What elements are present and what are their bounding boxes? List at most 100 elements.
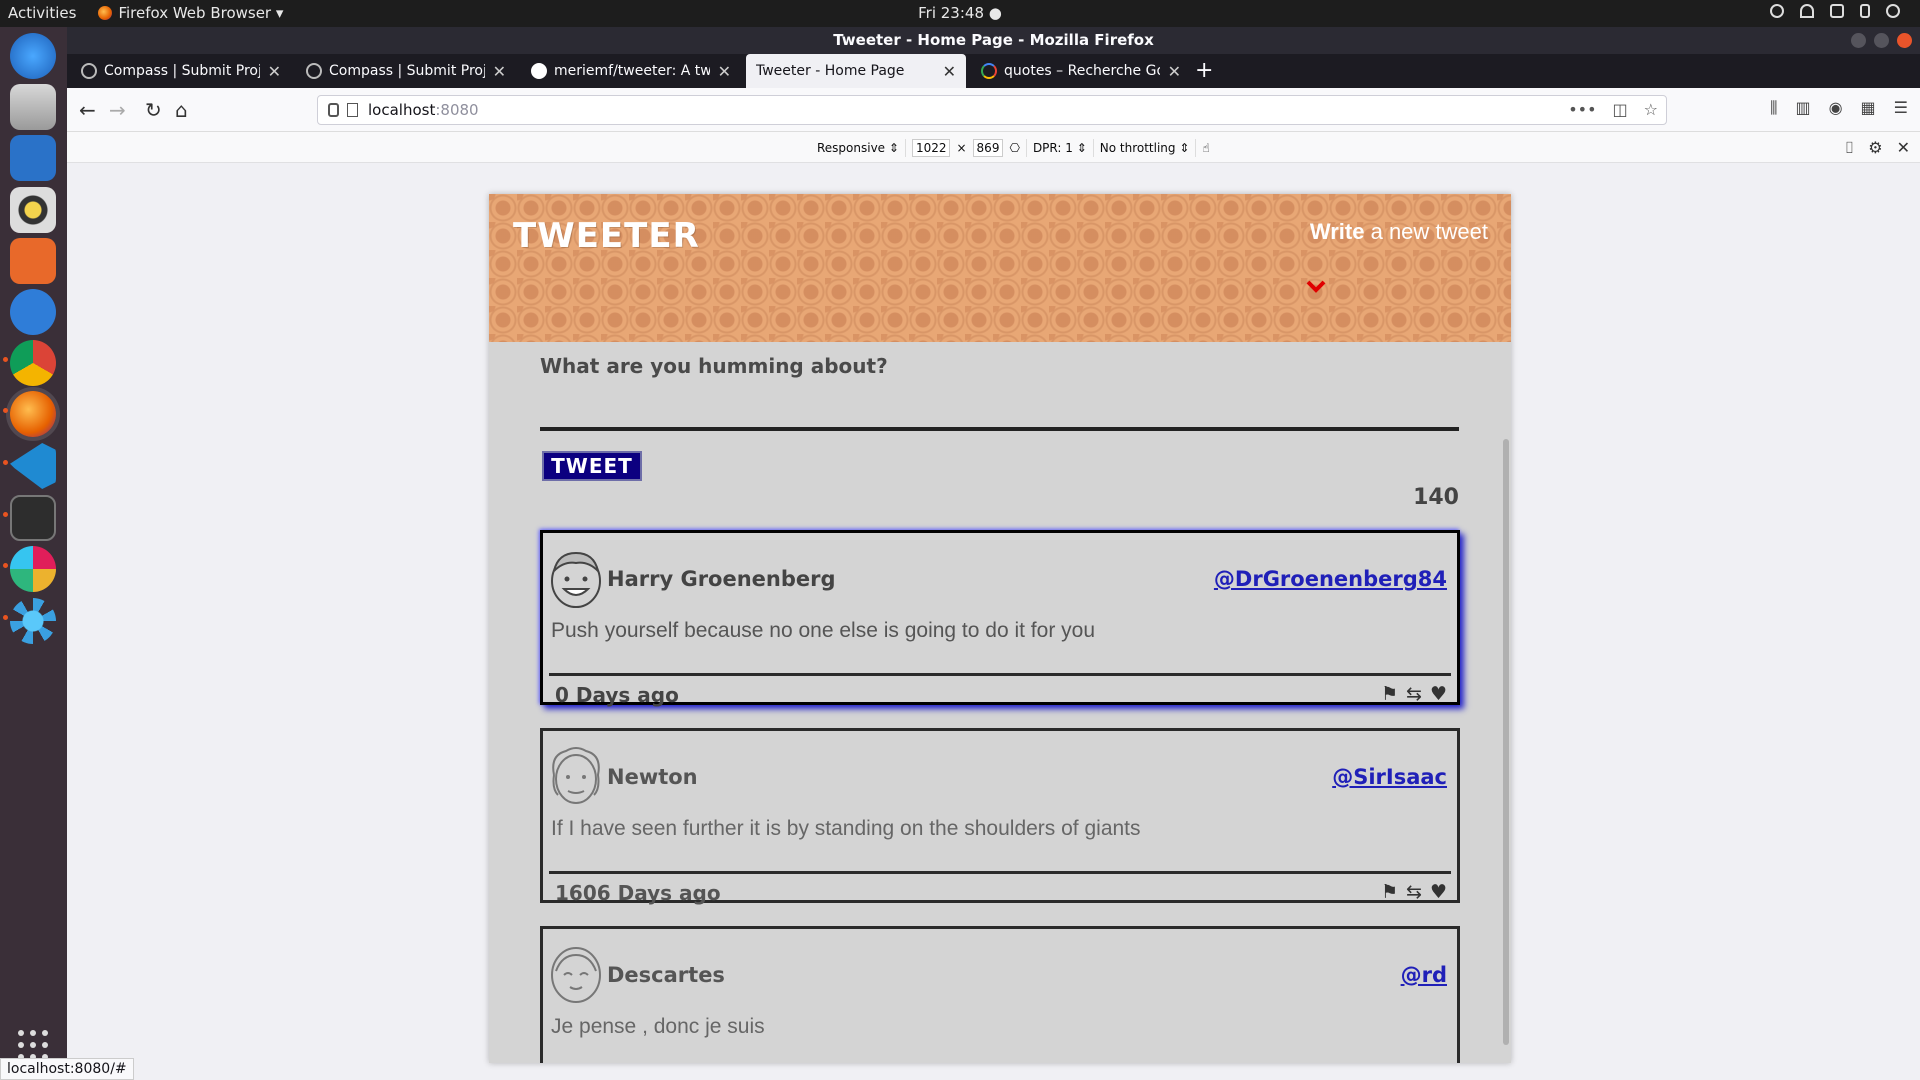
divider: [1025, 139, 1027, 157]
flag-icon[interactable]: ⚑: [1381, 881, 1398, 903]
tweet-card[interactable]: Descartes @rd Je pense , donc je suis: [540, 926, 1460, 1063]
account-icon[interactable]: ◉: [1829, 98, 1843, 118]
pocket-icon[interactable]: ◫: [1613, 100, 1628, 119]
tweet-author-handle[interactable]: @rd: [1401, 963, 1447, 987]
running-indicator: [3, 357, 8, 362]
url-host: localhost: [368, 101, 436, 119]
tweet-divider: [549, 871, 1451, 874]
files-icon[interactable]: [10, 84, 56, 130]
tweet-age: 1606 Days ago: [555, 881, 721, 905]
touch-simulation-icon[interactable]: ☝: [1202, 141, 1209, 155]
library-icon[interactable]: ⫼: [1770, 98, 1777, 118]
viewport-height-input[interactable]: 869: [972, 139, 1004, 157]
url-bar[interactable]: localhost:8080 ••• ◫ ☆: [317, 95, 1667, 125]
show-applications-icon[interactable]: [18, 1030, 48, 1060]
google-icon: [981, 63, 997, 79]
page-actions-icon[interactable]: •••: [1568, 100, 1596, 119]
tweet-author-handle[interactable]: @DrGroenenberg84: [1214, 567, 1447, 591]
divider: [904, 139, 906, 157]
terminal-icon[interactable]: [10, 495, 56, 541]
tweet-divider: [549, 673, 1451, 676]
forward-icon[interactable]: →: [109, 98, 126, 122]
site-logo[interactable]: TWEETER: [513, 216, 700, 256]
close-tab-icon[interactable]: ✕: [943, 62, 956, 81]
divider: [1092, 139, 1094, 157]
viewport-width-input[interactable]: 1022: [911, 139, 951, 157]
throttling-selector[interactable]: No throttling ⇕: [1100, 141, 1190, 155]
vscode-icon[interactable]: [10, 443, 56, 489]
software-center-icon[interactable]: [10, 238, 56, 284]
slack-tray-icon[interactable]: [1770, 4, 1784, 18]
close-rdm-icon[interactable]: ✕: [1897, 138, 1910, 158]
menu-icon[interactable]: ☰: [1894, 98, 1908, 118]
tweet-card[interactable]: Newton @SirIsaac If I have seen further …: [540, 728, 1460, 905]
tab-compass-1[interactable]: Compass | Submit Projec ✕: [71, 54, 291, 88]
flag-icon[interactable]: ⚑: [1381, 683, 1398, 705]
extensions-icon[interactable]: ▦: [1861, 98, 1876, 118]
avatar-icon: [548, 943, 604, 1005]
chrome-icon[interactable]: [10, 340, 56, 386]
tab-tweeter[interactable]: Tweeter - Home Page ✕: [746, 54, 966, 88]
close-tab-icon[interactable]: ✕: [1168, 62, 1181, 81]
minimize-button[interactable]: [1851, 33, 1866, 48]
write-label: Write: [1309, 219, 1365, 244]
avatar-icon: [548, 745, 604, 807]
screenshot-icon[interactable]: ⌷: [1845, 138, 1855, 158]
power-icon[interactable]: [1886, 4, 1900, 18]
heart-icon[interactable]: ♥: [1430, 881, 1447, 903]
device-selector[interactable]: Responsive ⇕: [817, 141, 899, 155]
settings-gear-icon[interactable]: ⚙: [1868, 138, 1882, 158]
compass-icon: [81, 63, 97, 79]
back-icon[interactable]: ←: [79, 98, 96, 122]
tab-title: Compass | Submit Projec: [104, 63, 260, 79]
bookmark-star-icon[interactable]: ☆: [1644, 100, 1658, 119]
new-tab-button[interactable]: +: [1195, 58, 1213, 83]
rhythmbox-icon[interactable]: [10, 187, 56, 233]
tab-strip: Compass | Submit Projec ✕ Compass | Subm…: [67, 54, 1920, 88]
tab-compass-2[interactable]: Compass | Submit Projec ✕: [296, 54, 516, 88]
character-counter: 140: [1413, 485, 1459, 510]
maximize-button[interactable]: [1874, 33, 1889, 48]
close-window-button[interactable]: [1897, 33, 1912, 48]
slack-icon[interactable]: [10, 546, 56, 592]
shield-icon[interactable]: [328, 103, 339, 117]
clock[interactable]: Fri 23:48 ●: [918, 4, 1002, 22]
tab-title: Compass | Submit Projec: [329, 63, 485, 79]
wifi-icon[interactable]: [1800, 4, 1814, 18]
app-icon[interactable]: [10, 598, 56, 644]
dpr-selector[interactable]: DPR: 1 ⇕: [1033, 141, 1087, 155]
reload-icon[interactable]: ↻: [145, 98, 162, 122]
tweet-card[interactable]: Harry Groenenberg @DrGroenenberg84 Push …: [540, 530, 1460, 707]
tweeter-page: TWEETER Write a new tweet What are you h…: [489, 194, 1511, 1063]
rotate-icon[interactable]: ⎔: [1009, 141, 1019, 155]
tweet-age: 0 Days ago: [555, 683, 679, 707]
libreoffice-writer-icon[interactable]: [10, 135, 56, 181]
tweet-actions: ⚑ ⇆ ♥: [1381, 881, 1447, 903]
chevron-down-icon[interactable]: [1305, 278, 1327, 294]
sidebar-icon[interactable]: ▥: [1795, 98, 1810, 118]
write-tweet-link[interactable]: Write a new tweet: [1310, 219, 1488, 245]
battery-icon[interactable]: [1860, 4, 1870, 18]
close-tab-icon[interactable]: ✕: [493, 62, 506, 81]
page-icon[interactable]: [347, 103, 358, 117]
tweet-button[interactable]: TWEET: [542, 451, 642, 481]
help-icon[interactable]: [10, 289, 56, 335]
tab-google[interactable]: quotes – Recherche Goo ✕: [971, 54, 1191, 88]
close-tab-icon[interactable]: ✕: [268, 62, 281, 81]
firefox-dock-icon[interactable]: [10, 391, 56, 437]
tweet-actions: ⚑ ⇆ ♥: [1381, 683, 1447, 705]
page-scrollbar[interactable]: [1503, 439, 1509, 1045]
github-icon: [531, 63, 547, 79]
thunderbird-icon[interactable]: [10, 33, 56, 79]
system-top-bar: Activities Firefox Web Browser ▾ Fri 23:…: [0, 0, 1920, 27]
tweet-textarea[interactable]: [540, 390, 1459, 431]
tab-title: quotes – Recherche Goo: [1004, 63, 1160, 79]
retweet-icon[interactable]: ⇆: [1406, 881, 1422, 903]
volume-icon[interactable]: [1830, 4, 1844, 18]
close-tab-icon[interactable]: ✕: [718, 62, 731, 81]
retweet-icon[interactable]: ⇆: [1406, 683, 1422, 705]
tab-github[interactable]: meriemf/tweeter: A twit ✕: [521, 54, 741, 88]
tweet-author-handle[interactable]: @SirIsaac: [1332, 765, 1447, 789]
home-icon[interactable]: ⌂: [175, 98, 188, 122]
heart-icon[interactable]: ♥: [1430, 683, 1447, 705]
